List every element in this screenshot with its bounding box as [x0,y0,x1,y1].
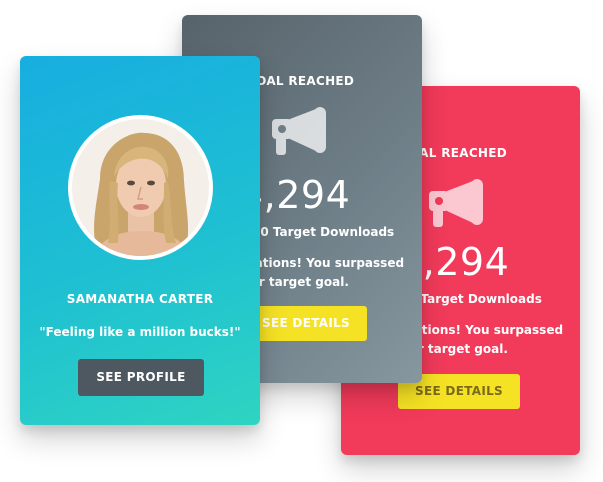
target-downloads: 00 Target Downloads [252,225,395,239]
target-downloads: 0 Target Downloads [408,292,542,306]
megaphone-icon [270,107,332,163]
goal-label: GOAL REACHED [246,74,355,88]
stage: OAL REACHED 4,294 0 Target Downloads ula… [0,0,603,482]
see-profile-button[interactable]: SEE PROFILE [78,359,204,396]
goal-label: OAL REACHED [409,146,508,160]
avatar [72,119,209,256]
goal-description: ulations! You surpassed our target goal. [401,323,564,356]
profile-name: SAMANATHA CARTER [66,292,214,306]
goal-description: ulations! You surpassed our target goal. [242,256,405,289]
profile-quote: "Feeling like a million bucks!" [39,325,241,339]
see-details-button[interactable]: SEE DETAILS [245,306,367,341]
megaphone-icon [427,179,489,235]
profile-card: SAMANATHA CARTER "Feeling like a million… [20,56,260,425]
